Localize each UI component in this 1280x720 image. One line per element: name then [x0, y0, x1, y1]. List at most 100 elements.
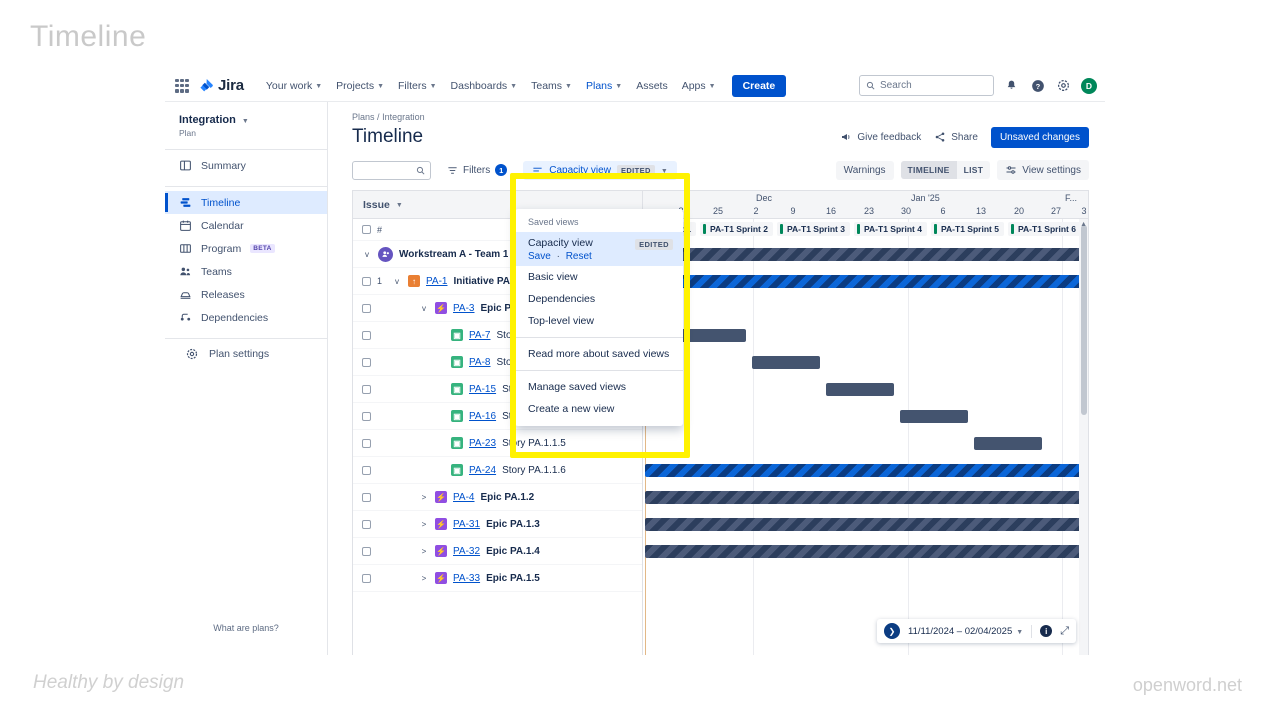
warnings-button[interactable]: Warnings	[835, 160, 894, 180]
unsaved-changes-button[interactable]: Unsaved changes	[990, 126, 1089, 148]
timeline-bar-epic[interactable]	[645, 518, 1081, 531]
menu-item-basic-view[interactable]: Basic view	[515, 266, 683, 288]
date-range-selector[interactable]: 11/11/2024 – 02/04/2025 ▼	[908, 626, 1023, 637]
timeline-bar-initiative[interactable]	[645, 248, 1081, 261]
info-icon[interactable]: i	[1040, 625, 1053, 637]
sidebar-item-releases[interactable]: Releases	[165, 283, 327, 306]
row-checkbox[interactable]	[362, 384, 371, 394]
sidebar-item-program[interactable]: Program BETA	[165, 237, 327, 260]
avatar[interactable]: D	[1081, 77, 1097, 94]
save-view-link[interactable]: Save	[528, 251, 551, 262]
sidebar-item-dependencies[interactable]: Dependencies	[165, 306, 327, 329]
menu-item-capacity-view[interactable]: Capacity view Save · Reset EDITED	[515, 232, 683, 266]
table-row[interactable]: > ⚡ PA-33 Epic PA.1.5	[353, 565, 642, 592]
share-button[interactable]: Share	[934, 131, 978, 143]
settings-icon[interactable]	[1055, 77, 1072, 94]
next-period-button[interactable]: ❯	[884, 623, 900, 639]
table-row[interactable]: > ⚡ PA-4 Epic PA.1.2	[353, 484, 642, 511]
menu-item-manage-saved-views[interactable]: Manage saved views	[515, 376, 683, 398]
row-checkbox[interactable]	[362, 519, 371, 529]
fullscreen-icon[interactable]: ⤢	[1060, 625, 1069, 638]
row-key[interactable]: PA-32	[453, 546, 480, 557]
row-checkbox[interactable]	[362, 465, 371, 475]
filters-button[interactable]: Filters 1	[439, 160, 515, 180]
row-checkbox[interactable]	[362, 330, 371, 340]
row-checkbox[interactable]	[362, 411, 371, 421]
row-key[interactable]: PA-1	[426, 276, 448, 287]
row-key[interactable]: PA-3	[453, 303, 475, 314]
table-row[interactable]: > ⚡ PA-32 Epic PA.1.4	[353, 538, 642, 565]
breadcrumb-plans[interactable]: Plans	[352, 112, 375, 122]
what-are-plans-link[interactable]: What are plans?	[165, 623, 327, 633]
nav-apps[interactable]: Apps ▼	[676, 76, 722, 96]
timeline-bar-epic[interactable]	[645, 491, 1081, 504]
expand-toggle[interactable]: >	[419, 493, 429, 502]
sidebar-item-summary[interactable]: Summary	[165, 154, 327, 177]
table-row[interactable]: > ⚡ PA-31 Epic PA.1.3	[353, 511, 642, 538]
vertical-scrollbar[interactable]	[1079, 219, 1088, 655]
row-checkbox[interactable]	[362, 276, 371, 286]
plan-header[interactable]: Integration ▼ Plan	[165, 114, 327, 140]
timeline-bar-story[interactable]	[826, 383, 894, 396]
view-settings-button[interactable]: View settings	[997, 160, 1089, 180]
tab-list[interactable]: LIST	[957, 161, 991, 179]
row-key[interactable]: PA-4	[453, 492, 475, 503]
tab-timeline[interactable]: TIMELINE	[900, 161, 957, 179]
jira-logo[interactable]: Jira	[199, 77, 244, 94]
sidebar-item-timeline[interactable]: Timeline	[165, 191, 327, 214]
expand-toggle[interactable]: v	[419, 304, 429, 313]
nav-plans[interactable]: Plans ▼	[580, 76, 628, 104]
menu-item-top-level-view[interactable]: Top-level view	[515, 310, 683, 332]
notifications-icon[interactable]	[1003, 77, 1020, 94]
select-all-checkbox[interactable]	[362, 225, 371, 234]
nav-filters[interactable]: Filters ▼	[392, 76, 443, 96]
nav-your-work[interactable]: Your work ▼	[260, 76, 328, 96]
row-key[interactable]: PA-23	[469, 438, 496, 449]
nav-assets[interactable]: Assets	[630, 76, 674, 96]
menu-item-create-a-new-view[interactable]: Create a new view	[515, 398, 683, 420]
app-switcher-icon[interactable]	[175, 78, 189, 93]
table-row[interactable]: ▣ PA-23 Story PA.1.1.5	[353, 430, 642, 457]
timeline-bar-story[interactable]	[900, 410, 968, 423]
timeline-bar-epic[interactable]	[645, 275, 1081, 288]
sidebar-item-plan-settings[interactable]: Plan settings	[165, 343, 327, 365]
row-key[interactable]: PA-7	[469, 330, 491, 341]
capacity-view-button[interactable]: Capacity view EDITED ▼	[523, 160, 677, 180]
timeline-bar-story[interactable]	[678, 329, 746, 342]
row-key[interactable]: PA-8	[469, 357, 491, 368]
expand-toggle[interactable]: >	[419, 574, 429, 583]
timeline-bar-story[interactable]	[974, 437, 1042, 450]
scrollbar-thumb[interactable]	[1080, 225, 1087, 415]
expand-toggle[interactable]: v	[362, 250, 372, 259]
row-checkbox[interactable]	[362, 573, 371, 583]
sidebar-item-teams[interactable]: Teams	[165, 260, 327, 283]
timeline-bar-story[interactable]	[752, 356, 820, 369]
row-key[interactable]: PA-31	[453, 519, 480, 530]
nav-projects[interactable]: Projects ▼	[330, 76, 390, 96]
reset-view-link[interactable]: Reset	[566, 251, 592, 262]
sidebar-item-calendar[interactable]: Calendar	[165, 214, 327, 237]
row-checkbox[interactable]	[362, 492, 371, 502]
row-checkbox[interactable]	[362, 438, 371, 448]
issue-search-input[interactable]	[352, 160, 431, 180]
row-checkbox[interactable]	[362, 303, 371, 313]
breadcrumb-integration[interactable]: Integration	[382, 112, 425, 122]
expand-toggle[interactable]: v	[392, 277, 402, 286]
nav-dashboards[interactable]: Dashboards ▼	[445, 76, 524, 96]
search-input[interactable]: Search	[859, 75, 994, 96]
give-feedback-button[interactable]: Give feedback	[840, 131, 921, 143]
create-button[interactable]: Create	[731, 74, 787, 97]
help-icon[interactable]: ?	[1029, 77, 1046, 94]
row-key[interactable]: PA-16	[469, 411, 496, 422]
row-key[interactable]: PA-15	[469, 384, 496, 395]
timeline-bar-epic[interactable]	[645, 464, 1081, 477]
row-key[interactable]: PA-24	[469, 465, 496, 476]
timeline-bar-epic[interactable]	[645, 545, 1081, 558]
row-key[interactable]: PA-33	[453, 573, 480, 584]
row-checkbox[interactable]	[362, 546, 371, 556]
scroll-up-icon[interactable]: ▲	[1080, 221, 1087, 228]
table-row[interactable]: ▣ PA-24 Story PA.1.1.6	[353, 457, 642, 484]
nav-teams[interactable]: Teams ▼	[525, 76, 578, 96]
expand-toggle[interactable]: >	[419, 520, 429, 529]
menu-item-read-more[interactable]: Read more about saved views	[515, 343, 683, 365]
